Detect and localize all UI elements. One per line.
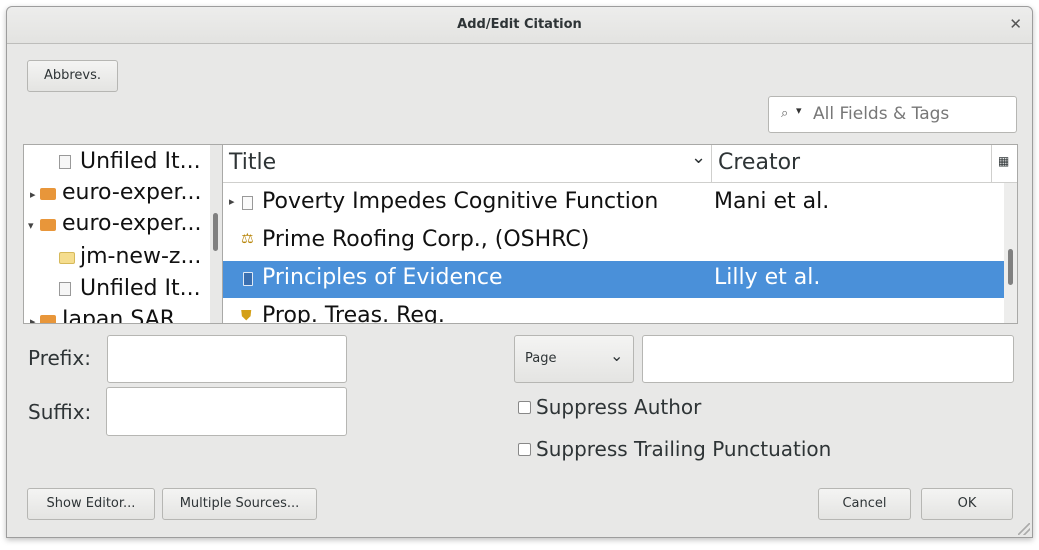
items-scrollbar[interactable] (1004, 183, 1017, 323)
collection-item[interactable]: Unfiled It... (24, 149, 210, 179)
folder-icon (40, 315, 56, 323)
suffix-label: Suffix: (28, 400, 92, 424)
column-picker[interactable]: ▦ (991, 145, 1017, 183)
collection-item[interactable]: ▾ euro-exper... (24, 211, 210, 241)
collection-item[interactable]: jm-new-z... (24, 244, 210, 274)
row-title: Poverty Impedes Cognitive Function (262, 189, 659, 214)
close-icon[interactable]: ✕ (1009, 15, 1022, 33)
search-icon: ⌕ (781, 106, 789, 121)
expander-icon[interactable]: ▾ (28, 219, 34, 232)
abbrevs-button[interactable]: Abbrevs. (27, 60, 118, 92)
scrollbar-thumb[interactable] (213, 213, 218, 251)
column-header-creator[interactable]: Creator (712, 145, 991, 183)
column-header-title[interactable]: Title ⌄ (223, 145, 712, 183)
table-row[interactable]: ▸ Poverty Impedes Cognitive Function Man… (223, 185, 1004, 222)
ok-button[interactable]: OK (921, 488, 1013, 520)
pages-icon (59, 282, 71, 296)
expander-icon[interactable]: ▸ (30, 188, 36, 201)
row-creator: Mani et al. (714, 189, 830, 214)
collection-item[interactable]: ▸ Japan SAR... (24, 307, 210, 324)
shield-icon: ⛊ (241, 308, 252, 324)
collection-label: jm-new-z... (80, 244, 202, 269)
suppress-author-label[interactable]: Suppress Author (536, 395, 701, 419)
suppress-trailing-punctuation-checkbox[interactable] (518, 443, 531, 456)
collection-label: euro-exper... (62, 211, 202, 236)
table-row[interactable]: ⚖ Prime Roofing Corp., (OSHRC) (223, 223, 1004, 260)
prefix-label: Prefix: (28, 346, 91, 370)
cancel-button[interactable]: Cancel (818, 488, 911, 520)
search-placeholder: All Fields & Tags (813, 104, 950, 124)
collection-item[interactable]: Unfiled It... (24, 276, 210, 306)
expander-icon[interactable]: ▸ (229, 195, 235, 208)
title-bar: Add/Edit Citation ✕ (7, 7, 1032, 44)
locator-type-select[interactable]: Page ⌄ (514, 335, 634, 383)
collection-item[interactable]: ▸ euro-exper... (24, 180, 210, 210)
row-creator: Lilly et al. (714, 265, 821, 290)
collection-label: Japan SAR... (62, 307, 196, 324)
column-creator-label: Creator (718, 150, 801, 175)
row-title: Prime Roofing Corp., (OSHRC) (262, 227, 590, 252)
chevron-down-icon[interactable]: ▾ (796, 104, 802, 117)
column-title-label: Title (229, 150, 277, 175)
collections-tree[interactable]: Unfiled It... ▸ euro-exper... ▾ euro-exp… (23, 144, 223, 324)
collection-label: Unfiled It... (80, 276, 201, 301)
document-icon (242, 196, 253, 210)
add-edit-citation-dialog: Add/Edit Citation ✕ Abbrevs. ⌕ ▾ All Fie… (6, 6, 1033, 538)
chevron-down-icon: ⌄ (610, 346, 624, 365)
table-row-selected[interactable]: Principles of Evidence Lilly et al. (223, 261, 1004, 298)
show-editor-button[interactable]: Show Editor... (27, 488, 155, 520)
expander-icon[interactable]: ▸ (30, 315, 36, 323)
folder-light-icon (59, 252, 75, 264)
items-table[interactable]: Title ⌄ Creator ▦ ▸ Poverty Impedes Cogn… (222, 144, 1018, 324)
window-title: Add/Edit Citation (457, 17, 582, 32)
folder-icon (40, 188, 56, 200)
row-title: Principles of Evidence (262, 265, 503, 290)
suppress-author-checkbox[interactable] (518, 401, 531, 414)
column-picker-icon[interactable]: ▦ (998, 154, 1009, 168)
resize-grip-icon[interactable] (1018, 523, 1030, 535)
scrollbar-thumb[interactable] (1008, 249, 1013, 285)
book-icon (243, 272, 253, 286)
sort-chevron-icon[interactable]: ⌄ (691, 147, 706, 168)
suffix-field[interactable] (106, 387, 347, 436)
table-row[interactable]: ⛊ Prop. Treas. Reg. (223, 299, 1004, 324)
row-title: Prop. Treas. Reg. (262, 303, 445, 324)
collection-label: euro-exper... (62, 180, 202, 205)
locator-value-field[interactable] (642, 335, 1014, 383)
search-input[interactable]: ⌕ ▾ All Fields & Tags (768, 96, 1017, 133)
locator-type-value: Page (525, 351, 557, 366)
collection-label: Unfiled It... (80, 149, 201, 174)
multiple-sources-button[interactable]: Multiple Sources... (162, 488, 317, 520)
collections-scrollbar[interactable] (210, 145, 222, 323)
folder-icon (40, 219, 56, 231)
scales-icon: ⚖ (241, 231, 254, 247)
suppress-trailing-punctuation-label[interactable]: Suppress Trailing Punctuation (536, 437, 831, 461)
pages-icon (59, 155, 71, 169)
prefix-field[interactable] (107, 335, 347, 383)
